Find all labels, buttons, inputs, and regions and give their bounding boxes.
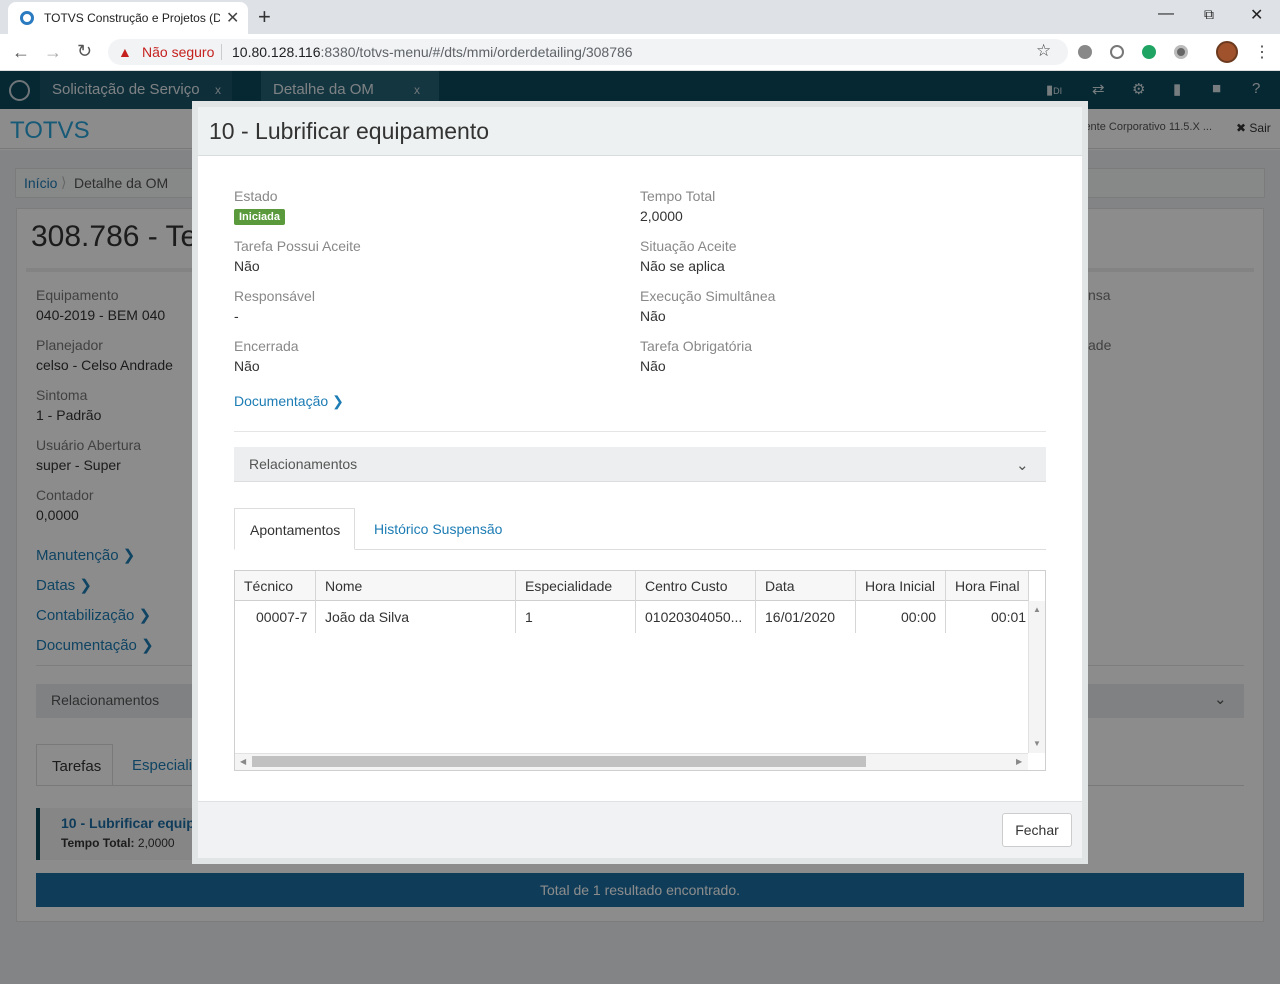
chevron-down-icon[interactable]: ⌄ bbox=[1016, 456, 1029, 474]
chevron-right-icon: ❯ bbox=[332, 393, 344, 409]
table-cell[interactable]: 00007-7 bbox=[256, 609, 307, 625]
scroll-up-icon[interactable]: ▲ bbox=[1033, 605, 1041, 614]
horizontal-scroll-thumb[interactable] bbox=[252, 756, 866, 767]
bookmark-star-icon[interactable]: ☆ bbox=[1036, 41, 1051, 61]
divider bbox=[234, 431, 1046, 432]
column-header-data[interactable]: Data bbox=[765, 578, 795, 594]
site-favicon-icon bbox=[20, 11, 34, 25]
field-label: Responsável bbox=[234, 288, 315, 304]
minimize-icon[interactable]: — bbox=[1158, 5, 1174, 23]
security-warning[interactable]: Não seguro bbox=[142, 44, 214, 60]
field-label: Execução Simultânea bbox=[640, 288, 776, 304]
column-header-hora-inicial[interactable]: Hora Inicial bbox=[865, 578, 935, 594]
close-tab-icon[interactable]: ✕ bbox=[226, 8, 239, 28]
back-icon[interactable]: ← bbox=[12, 42, 30, 63]
extension-v-icon[interactable] bbox=[1110, 45, 1124, 59]
table-cell[interactable]: 00:00 bbox=[901, 609, 936, 625]
table-cell[interactable]: João da Silva bbox=[325, 609, 409, 625]
field-value: Não bbox=[234, 358, 260, 374]
field-label: Tarefa Possui Aceite bbox=[234, 238, 361, 254]
warning-icon[interactable]: ▲ bbox=[118, 44, 132, 60]
window-close-icon[interactable]: ✕ bbox=[1250, 5, 1263, 25]
address-separator bbox=[221, 44, 222, 60]
field-label: Estado bbox=[234, 188, 278, 204]
table-cell[interactable]: 1 bbox=[525, 609, 533, 625]
reload-icon[interactable]: ↻ bbox=[77, 41, 92, 62]
field-value: 2,0000 bbox=[640, 208, 683, 224]
scroll-down-icon[interactable]: ▼ bbox=[1033, 739, 1041, 748]
field-value: Não se aplica bbox=[640, 258, 725, 274]
field-label: Encerrada bbox=[234, 338, 299, 354]
scroll-left-icon[interactable]: ◀ bbox=[240, 757, 246, 766]
profile-avatar[interactable] bbox=[1216, 41, 1238, 63]
modal-footer bbox=[198, 801, 1082, 857]
table-cell[interactable]: 00:01 bbox=[991, 609, 1026, 625]
modal-title: 10 - Lubrificar equipamento bbox=[209, 118, 489, 144]
table-cell[interactable]: 01020304050... bbox=[645, 609, 749, 625]
status-badge: Iniciada bbox=[234, 209, 285, 225]
column-header-nome[interactable]: Nome bbox=[325, 578, 362, 594]
new-tab-button[interactable]: + bbox=[258, 4, 271, 30]
vertical-scrollbar[interactable] bbox=[1028, 601, 1045, 753]
field-label: Tempo Total bbox=[640, 188, 716, 204]
forward-icon[interactable]: → bbox=[44, 42, 62, 63]
field-value: Não bbox=[640, 308, 666, 324]
url-text[interactable]: 10.80.128.116:8380/totvs-menu/#/dts/mmi/… bbox=[232, 44, 633, 60]
browser-menu-icon[interactable]: ⋮ bbox=[1254, 42, 1270, 62]
relationships-label: Relacionamentos bbox=[249, 456, 358, 472]
field-value: - bbox=[234, 308, 239, 324]
extension-dark-icon[interactable] bbox=[1174, 45, 1188, 59]
documentation-link[interactable]: Documentação ❯ bbox=[234, 393, 344, 410]
column-header-hora-final[interactable]: Hora Final bbox=[955, 578, 1020, 594]
extension-green-icon[interactable] bbox=[1142, 45, 1156, 59]
column-header-especialidade[interactable]: Especialidade bbox=[525, 578, 612, 594]
tab-historico-suspensao[interactable]: Histórico Suspensão bbox=[374, 521, 502, 537]
field-label: Situação Aceite bbox=[640, 238, 737, 254]
column-header-tecnico[interactable]: Técnico bbox=[244, 578, 293, 594]
field-label: Tarefa Obrigatória bbox=[640, 338, 753, 354]
tab-apontamentos[interactable]: Apontamentos bbox=[234, 508, 355, 550]
field-value: Não bbox=[640, 358, 666, 374]
field-value: Não bbox=[234, 258, 260, 274]
column-header-centro-custo[interactable]: Centro Custo bbox=[645, 578, 727, 594]
extension-icon[interactable] bbox=[1078, 45, 1092, 59]
close-button[interactable]: Fechar bbox=[1002, 813, 1072, 847]
browser-tab-title: TOTVS Construção e Projetos (Da bbox=[44, 11, 220, 25]
restore-icon[interactable]: ⧉ bbox=[1204, 6, 1214, 23]
tab-underline bbox=[234, 549, 1046, 550]
table-cell[interactable]: 16/01/2020 bbox=[765, 609, 835, 625]
browser-tab[interactable]: TOTVS Construção e Projetos (Da ✕ bbox=[8, 2, 248, 34]
scroll-right-icon[interactable]: ▶ bbox=[1016, 757, 1022, 766]
